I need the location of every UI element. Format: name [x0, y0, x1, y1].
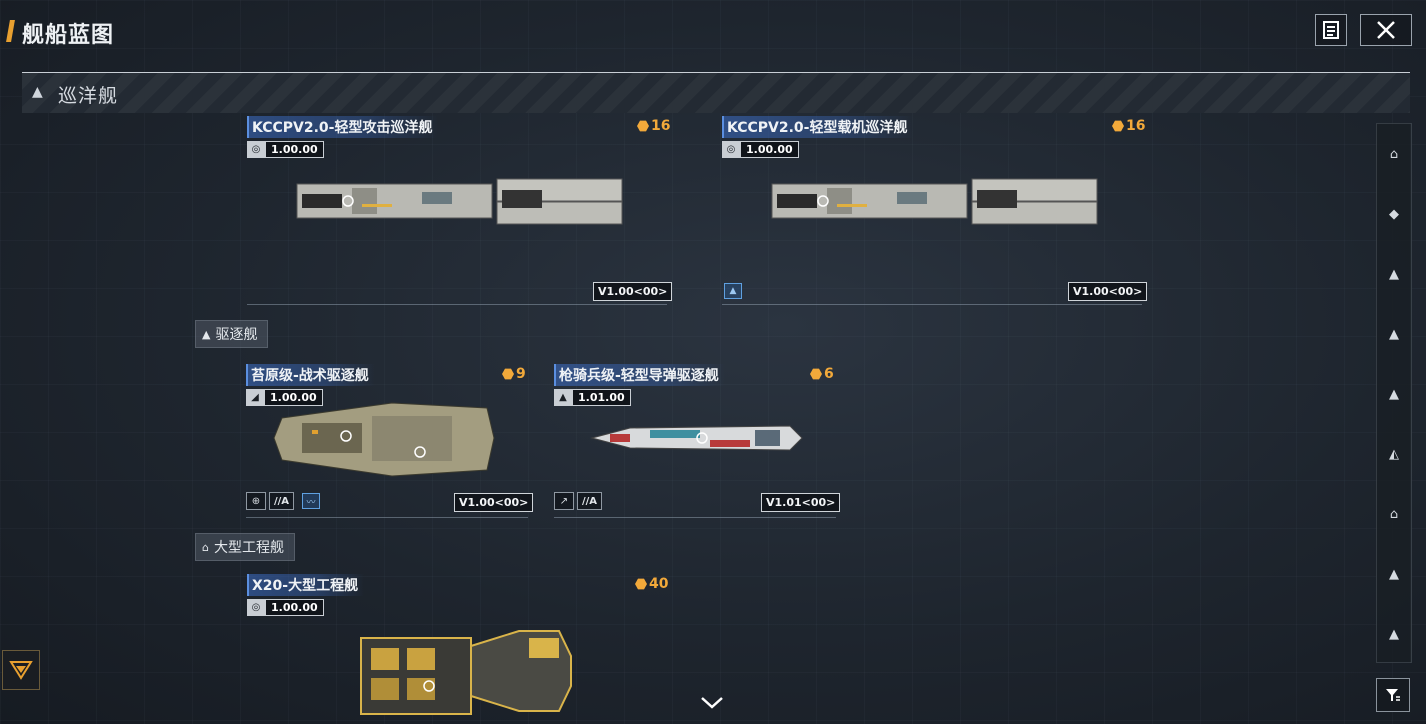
- tech-icon: ◢: [246, 389, 264, 406]
- subsection-label: 驱逐舰: [215, 327, 258, 343]
- section-header-cruiser[interactable]: ▲ 巡洋舰: [22, 73, 1410, 113]
- nav-support-icon[interactable]: ▲: [1377, 560, 1411, 588]
- blueprint-baseline: [722, 304, 1142, 305]
- filter-button[interactable]: [1376, 678, 1410, 712]
- ship-name: 苔原级-战术驱逐舰: [246, 364, 375, 386]
- ship-cost: 9: [502, 366, 526, 382]
- ship-name: 枪骑兵级-轻型导弹驱逐舰: [554, 364, 725, 386]
- globe-icon: ◎: [247, 599, 265, 616]
- version-tag: V1.00<00>: [593, 282, 673, 301]
- triangle-down-icon: [9, 661, 33, 680]
- cost-icon: [635, 578, 647, 590]
- ship-tags: ↗ //A: [554, 492, 603, 510]
- ship-name: KCCPV2.0-轻型攻击巡洋舰: [247, 116, 439, 138]
- notes-button[interactable]: [1315, 14, 1347, 46]
- ship-model: [296, 178, 623, 225]
- nav-battlecruiser-icon[interactable]: ◆: [1377, 200, 1411, 228]
- cost-icon: [637, 120, 649, 132]
- page-title: 舰船蓝图: [22, 23, 115, 48]
- ship-name: X20-大型工程舰: [247, 574, 365, 596]
- engineering-class-icon: ⌂: [202, 540, 209, 554]
- version-badge: ▲ 1.01.00: [554, 389, 631, 406]
- ship-model: [360, 630, 572, 715]
- ship-card[interactable]: 苔原级-战术驱逐舰 9 ◢ 1.00.00 ⊕ //A 〰 V1.00<00>: [246, 364, 534, 519]
- blueprint-baseline: [246, 517, 528, 518]
- menu-toggle-button[interactable]: [2, 650, 40, 690]
- version-badge: ◎ 1.00.00: [722, 141, 799, 158]
- ship-card[interactable]: 枪骑兵级-轻型导弹驱逐舰 6 ▲ 1.01.00 ↗ //A V1.01<00>: [554, 364, 841, 519]
- scroll-down-chevron-icon[interactable]: [700, 694, 724, 715]
- nav-fighter-icon[interactable]: ▲: [1377, 620, 1411, 648]
- blueprint-baseline: [554, 517, 836, 518]
- filter-icon: [1386, 689, 1400, 701]
- close-button[interactable]: [1360, 14, 1412, 46]
- subsection-label: 大型工程舰: [213, 540, 284, 556]
- missile-type-icon: ↗: [554, 492, 574, 510]
- section-label: 巡洋舰: [58, 85, 119, 107]
- ship-card[interactable]: KCCPV2.0-轻型载机巡洋舰 16 ◎ 1.00.00 ▲ V1.00<00…: [722, 116, 1148, 306]
- version-tag: V1.01<00>: [761, 493, 841, 512]
- ship-cost: 6: [810, 366, 834, 382]
- subsection-destroyer[interactable]: ▲ 驱逐舰: [195, 320, 269, 348]
- ship-card[interactable]: KCCPV2.0-轻型攻击巡洋舰 16 ◎ 1.00.00 V1.00<00>: [247, 116, 673, 306]
- notes-icon: [1323, 21, 1339, 39]
- nav-destroyer-icon[interactable]: ▲: [1377, 320, 1411, 348]
- cruiser-class-icon: ▲: [32, 84, 43, 100]
- version-tag: V1.00<00>: [1068, 282, 1148, 301]
- nav-corvette-icon[interactable]: ◭: [1377, 440, 1411, 468]
- ship-cost: 16: [1112, 118, 1145, 134]
- nav-carrier-icon[interactable]: ⌂: [1377, 140, 1411, 168]
- ship-cost: 16: [637, 118, 670, 134]
- version-badge: ◎ 1.00.00: [247, 141, 324, 158]
- cost-icon: [810, 368, 822, 380]
- ship-tags: ⊕ //A: [246, 492, 295, 510]
- nav-engineering-icon[interactable]: ⌂: [1377, 500, 1411, 528]
- version-badge: ◎ 1.00.00: [247, 599, 324, 616]
- close-icon: [1377, 21, 1395, 39]
- title-accent-mark: [6, 20, 15, 42]
- ship-card[interactable]: X20-大型工程舰 40 ◎ 1.00.00: [247, 574, 668, 724]
- category-nav[interactable]: ⌂ ◆ ▲ ▲ ▲ ◭ ⌂ ▲ ▲: [1376, 123, 1412, 663]
- cost-icon: [502, 368, 514, 380]
- globe-icon: ◎: [722, 141, 740, 158]
- globe-icon: ◎: [247, 141, 265, 158]
- missile-icon: ▲: [554, 389, 572, 406]
- class-tag: //A: [269, 492, 295, 510]
- class-tag: //A: [577, 492, 603, 510]
- ship-cost: 40: [635, 576, 668, 592]
- destroyer-class-icon: ▲: [202, 327, 211, 341]
- subsection-engineering[interactable]: ⌂ 大型工程舰: [195, 533, 295, 561]
- version-tag: V1.00<00>: [454, 493, 534, 512]
- target-icon: ⊕: [246, 492, 266, 510]
- cost-icon: [1112, 120, 1124, 132]
- blueprint-baseline: [247, 304, 667, 305]
- ship-model: [590, 425, 803, 451]
- wave-icon: 〰: [302, 493, 320, 509]
- ship-model: [273, 402, 495, 477]
- nav-frigate-icon[interactable]: ▲: [1377, 380, 1411, 408]
- ship-model: [771, 178, 1098, 225]
- ship-name: KCCPV2.0-轻型载机巡洋舰: [722, 116, 914, 138]
- top-bar: 舰船蓝图: [0, 0, 1426, 68]
- nav-cruiser-icon[interactable]: ▲: [1377, 260, 1411, 288]
- carrier-icon: ▲: [724, 283, 742, 299]
